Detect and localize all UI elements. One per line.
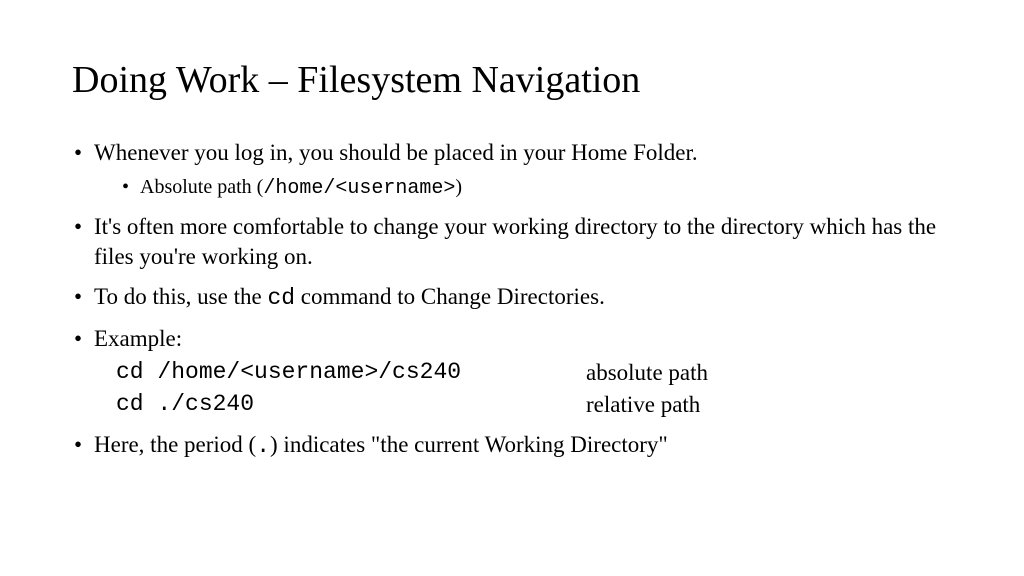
example-description: relative path xyxy=(586,389,700,420)
text: command to Change Directories. xyxy=(295,284,605,309)
code-text: cd xyxy=(267,285,295,311)
text: ) xyxy=(455,176,462,198)
bullet-text: Example: xyxy=(94,326,182,351)
sub-list-item: Absolute path (/home/<username>) xyxy=(122,174,952,202)
list-item: Here, the period (.) indicates "the curr… xyxy=(72,430,952,462)
text: Absolute path ( xyxy=(140,176,263,198)
bullet-list: Whenever you log in, you should be place… xyxy=(72,138,952,461)
list-item: Whenever you log in, you should be place… xyxy=(72,138,952,202)
bullet-text: Whenever you log in, you should be place… xyxy=(94,140,698,165)
list-item: Example: cd /home/<username>/cs240 absol… xyxy=(72,324,952,420)
example-description: absolute path xyxy=(586,357,708,388)
example-command: cd /home/<username>/cs240 xyxy=(116,357,586,388)
text: To do this, use the xyxy=(94,284,267,309)
example-command: cd ./cs240 xyxy=(116,389,586,420)
example-row: cd ./cs240 relative path xyxy=(116,389,952,420)
example-row: cd /home/<username>/cs240 absolute path xyxy=(116,357,952,388)
example-block: cd /home/<username>/cs240 absolute path … xyxy=(116,357,952,419)
list-item: To do this, use the cd command to Change… xyxy=(72,282,952,314)
slide-title: Doing Work – Filesystem Navigation xyxy=(72,58,952,102)
text: Here, the period ( xyxy=(94,432,256,457)
list-item: It's often more comfortable to change yo… xyxy=(72,212,952,272)
code-text: /home/<username> xyxy=(263,177,455,200)
bullet-text: It's often more comfortable to change yo… xyxy=(94,214,936,269)
code-text: . xyxy=(256,433,270,459)
text: ) indicates "the current Working Directo… xyxy=(270,432,668,457)
